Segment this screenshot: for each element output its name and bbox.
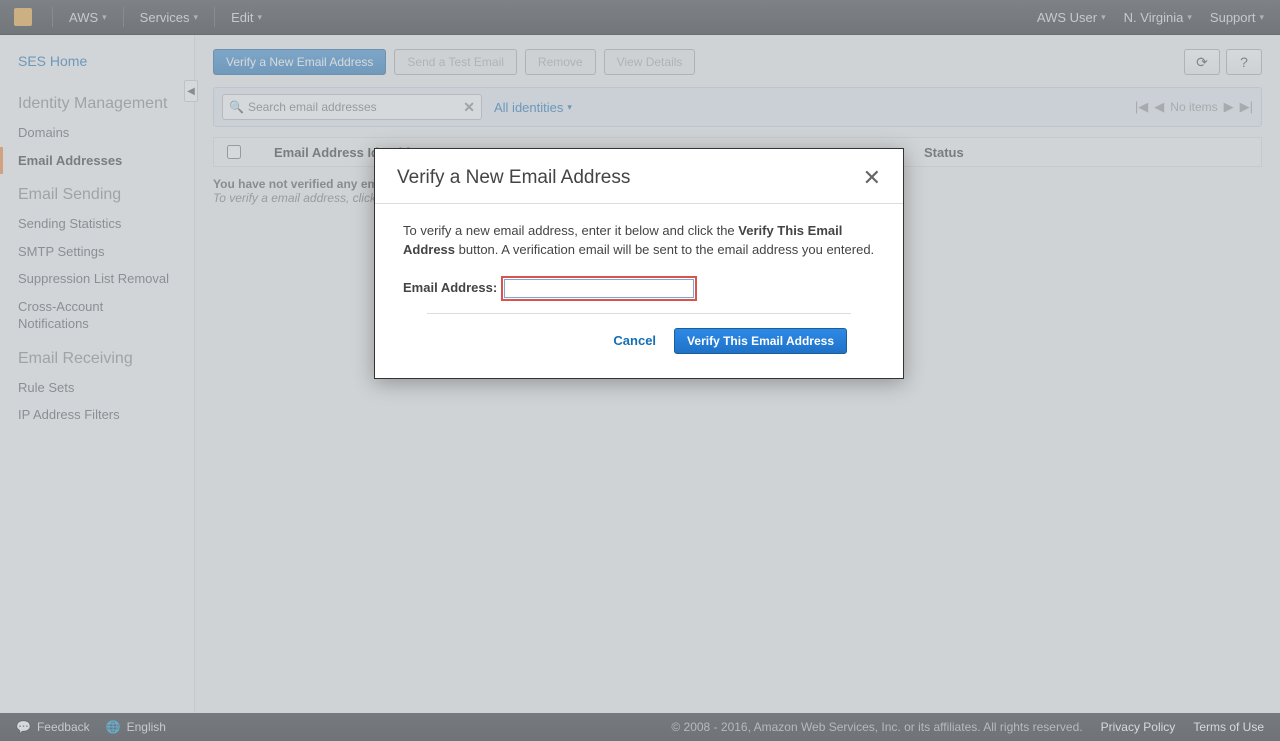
verify-submit-button[interactable]: Verify This Email Address <box>674 328 847 354</box>
modal-title: Verify a New Email Address <box>397 167 630 189</box>
email-label: Email Address: <box>403 279 497 298</box>
close-icon[interactable]: ✕ <box>863 167 881 189</box>
verify-email-modal: Verify a New Email Address ✕ To verify a… <box>374 148 904 379</box>
modal-instructions: To verify a new email address, enter it … <box>403 222 875 260</box>
cancel-button[interactable]: Cancel <box>613 332 656 351</box>
email-input[interactable] <box>504 279 694 298</box>
